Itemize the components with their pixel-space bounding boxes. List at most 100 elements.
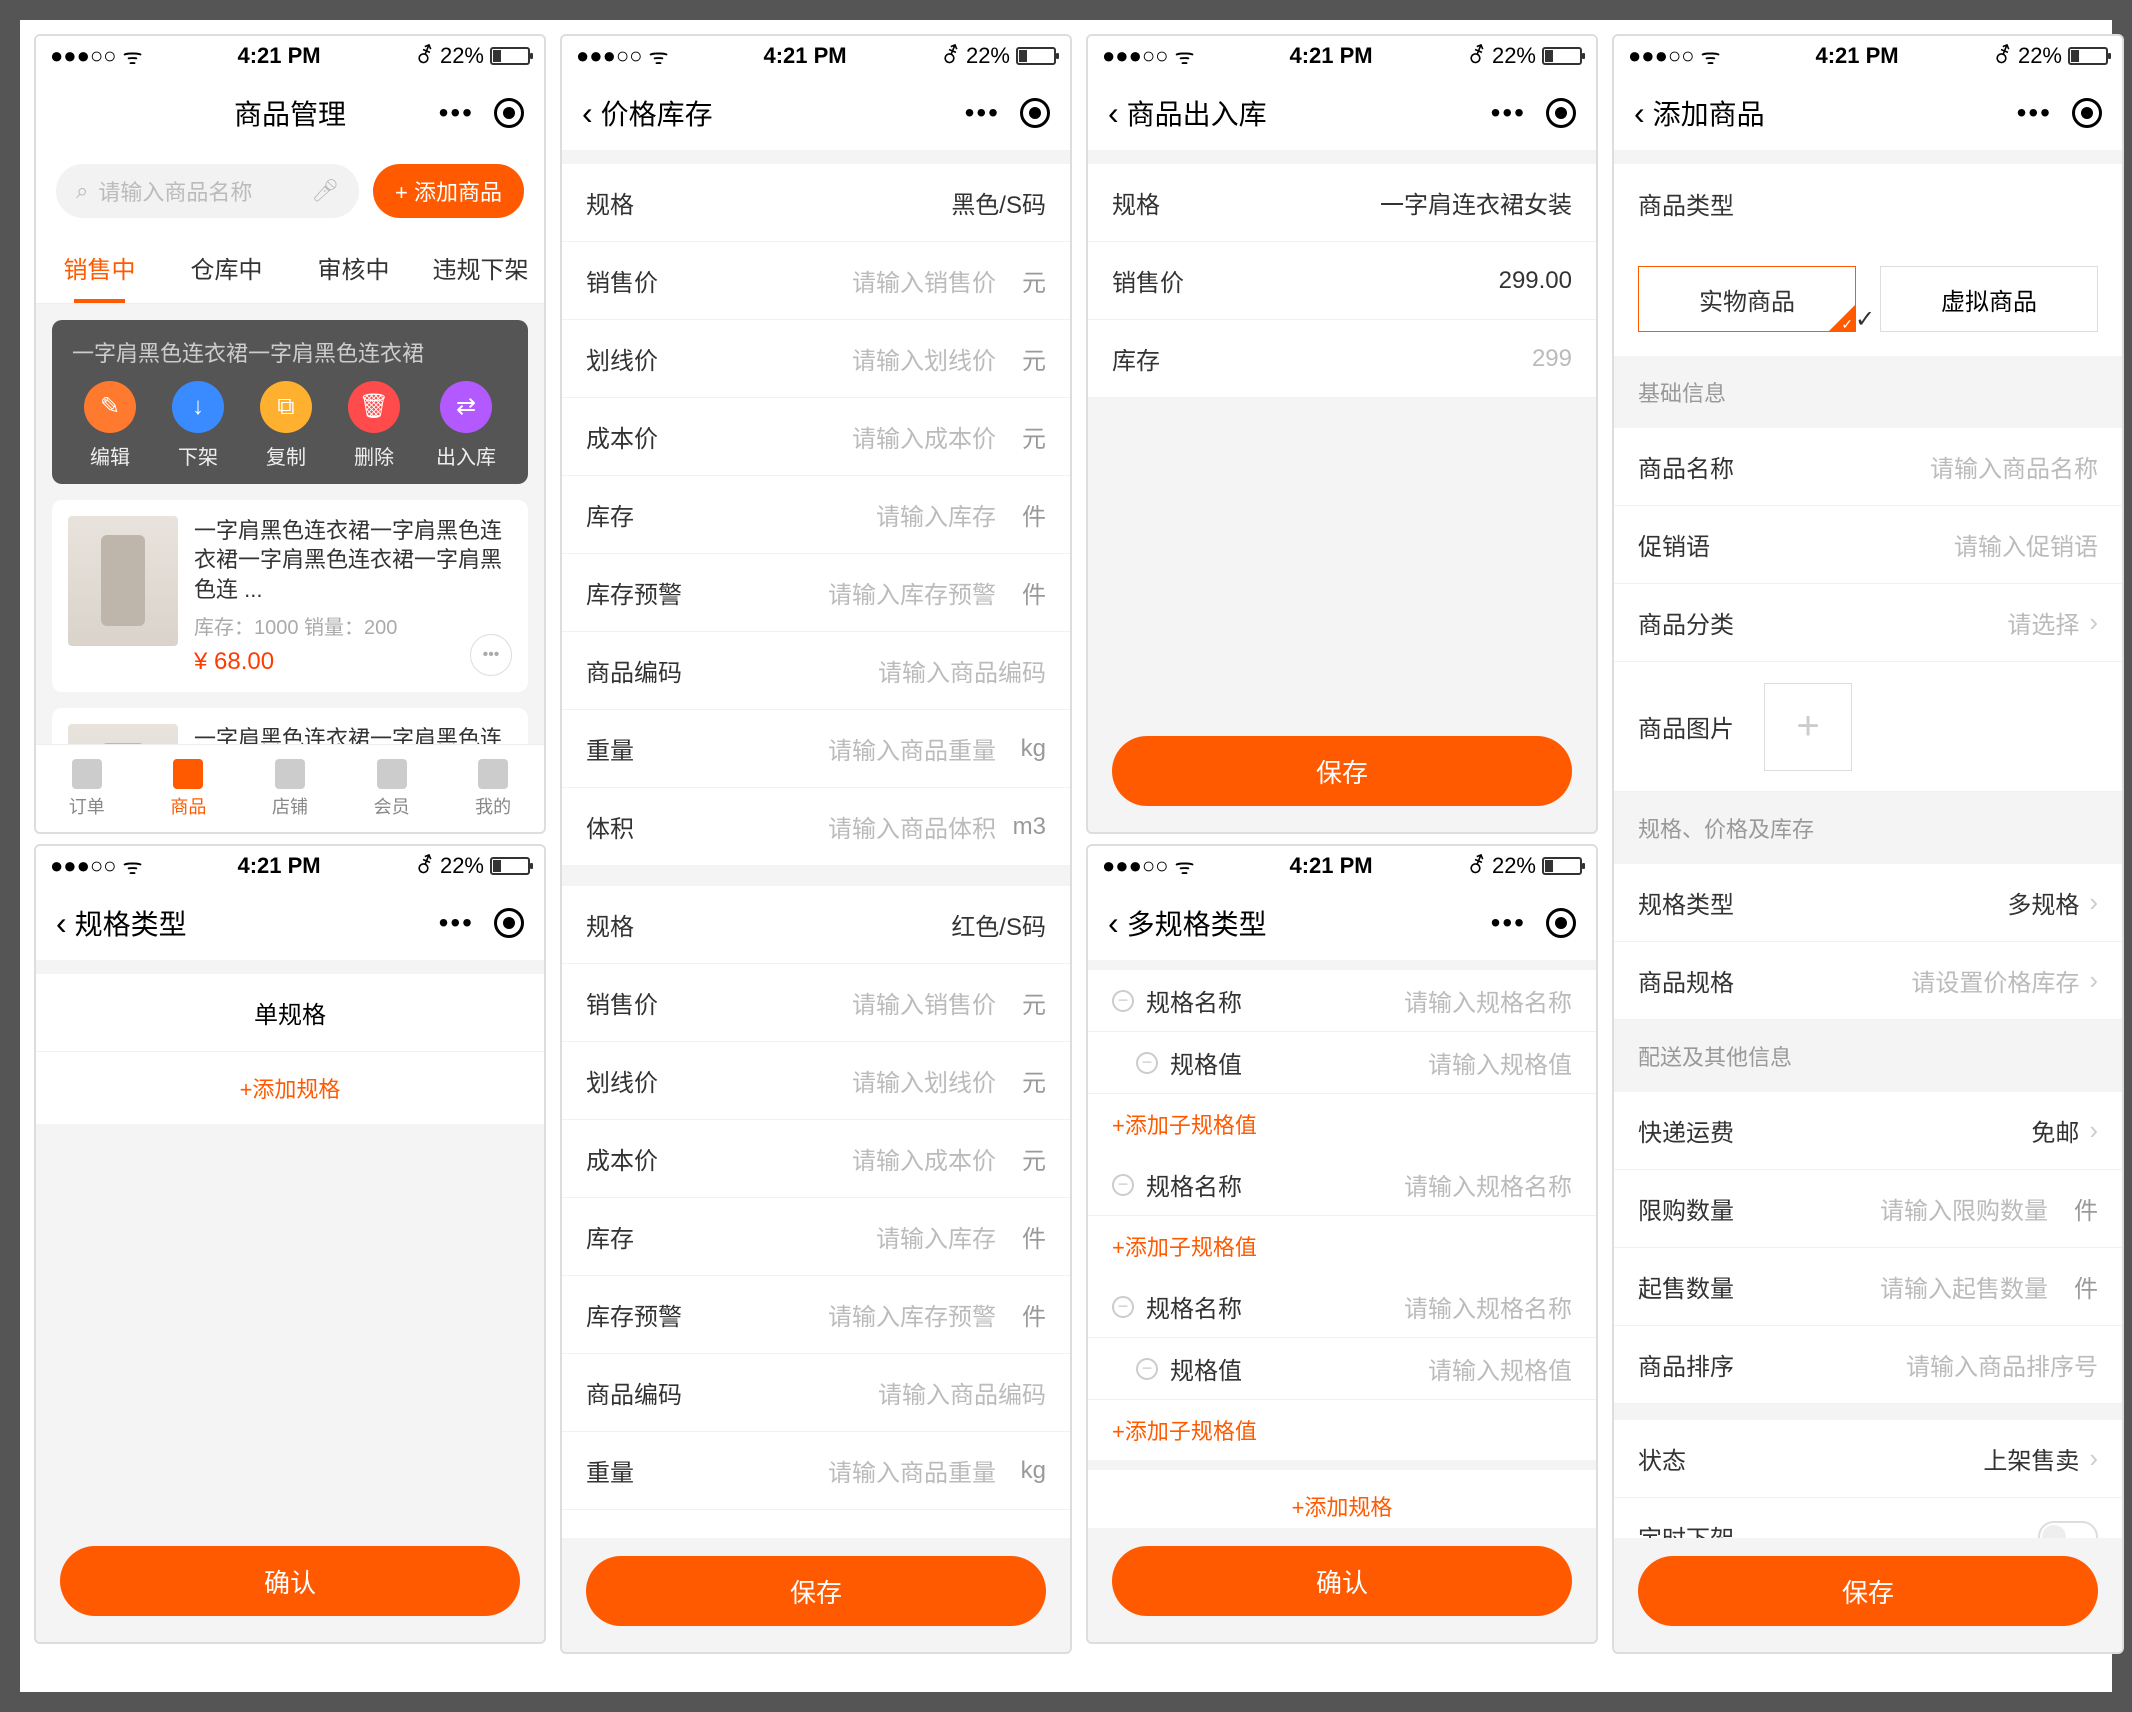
product-card[interactable]: 一字肩黑色连衣裙一字肩黑色连衣裙一字肩黑色连衣裙一字肩黑色连 ... 库存：10… (52, 500, 528, 692)
type-physical[interactable]: 实物商品✓ (1638, 266, 1856, 332)
row-warn[interactable]: 库存预警请输入库存预警件 (562, 1276, 1070, 1354)
add-spec-link[interactable]: +添加规格 (1088, 1470, 1596, 1528)
trash-icon: 🗑︎ (348, 381, 400, 433)
remove-icon[interactable]: − (1112, 990, 1134, 1012)
more-icon[interactable]: ••• (439, 97, 474, 129)
tab-order[interactable]: 订单 (36, 745, 138, 832)
more-icon[interactable]: ••• (2017, 97, 2052, 129)
more-icon[interactable]: ••• (1491, 97, 1526, 129)
single-spec-row[interactable]: 单规格 (36, 974, 544, 1052)
spec-name-row[interactable]: −规格名称请输入规格名称 (1088, 1276, 1596, 1338)
target-icon[interactable] (494, 908, 524, 938)
row-sort[interactable]: 商品排序请输入商品排序号 (1614, 1326, 2122, 1404)
row-sale[interactable]: 销售价请输入销售价元 (562, 242, 1070, 320)
save-button[interactable]: 保存 (586, 1556, 1046, 1626)
tab-violation[interactable]: 违规下架 (417, 232, 544, 303)
row-name[interactable]: 商品名称请输入商品名称 (1614, 428, 2122, 506)
row-ship[interactable]: 快递运费免邮› (1614, 1092, 2122, 1170)
target-icon[interactable] (494, 98, 524, 128)
tab-warehouse[interactable]: 仓库中 (163, 232, 290, 303)
row-min[interactable]: 起售数量请输入起售数量件 (1614, 1248, 2122, 1326)
row-vol[interactable]: 体积请输入商品体积m3 (562, 788, 1070, 866)
target-icon[interactable] (1546, 908, 1576, 938)
chevron-right-icon: › (2089, 965, 2098, 996)
confirm-button[interactable]: 确认 (1112, 1546, 1572, 1616)
row-weight[interactable]: 重量请输入商品重量kg (562, 1432, 1070, 1510)
bluetooth-icon: ⚦ (1468, 853, 1486, 879)
row-spec: 规格红色/S码 (562, 886, 1070, 964)
remove-icon[interactable]: − (1136, 1358, 1158, 1380)
row-cost[interactable]: 成本价请输入成本价元 (562, 398, 1070, 476)
target-icon[interactable] (2072, 98, 2102, 128)
action-edit[interactable]: ✎编辑 (84, 381, 136, 470)
product-icon (173, 759, 203, 789)
switch-toggle[interactable] (2038, 1521, 2098, 1539)
search-input[interactable]: ⌕ 请输入商品名称 🎤︎ (56, 164, 359, 218)
row-code[interactable]: 商品编码请输入商品编码 (562, 1354, 1070, 1432)
spec-val-row[interactable]: −规格值请输入规格值 (1088, 1338, 1596, 1400)
row-sale[interactable]: 销售价请输入销售价元 (562, 964, 1070, 1042)
status-time: 4:21 PM (1289, 853, 1372, 879)
spec-val-row[interactable]: −规格值请输入规格值 (1088, 1032, 1596, 1094)
battery-pct: 22% (440, 43, 484, 69)
back-icon[interactable]: ‹ (582, 95, 593, 132)
action-unshelf[interactable]: ↓下架 (172, 381, 224, 470)
more-icon[interactable]: ••• (1491, 907, 1526, 939)
row-code[interactable]: 商品编码请输入商品编码 (562, 632, 1070, 710)
row-stock[interactable]: 库存299 (1088, 320, 1596, 398)
row-stock[interactable]: 库存请输入库存件 (562, 476, 1070, 554)
row-status[interactable]: 状态上架售卖› (1614, 1420, 2122, 1498)
back-icon[interactable]: ‹ (1108, 905, 1119, 942)
mic-icon[interactable]: 🎤︎ (311, 178, 339, 204)
remove-icon[interactable]: − (1112, 1174, 1134, 1196)
row-timed[interactable]: 定时下架 (1614, 1498, 2122, 1538)
tab-onsale[interactable]: 销售中 (36, 232, 163, 303)
target-icon[interactable] (1546, 98, 1576, 128)
action-copy[interactable]: ⧉复制 (260, 381, 312, 470)
row-limit[interactable]: 限购数量请输入限购数量件 (1614, 1170, 2122, 1248)
tab-shop[interactable]: 店铺 (239, 745, 341, 832)
confirm-button[interactable]: 确认 (60, 1546, 520, 1616)
tab-review[interactable]: 审核中 (290, 232, 417, 303)
remove-icon[interactable]: − (1136, 1052, 1158, 1074)
target-icon[interactable] (1020, 98, 1050, 128)
row-cost[interactable]: 成本价请输入成本价元 (562, 1120, 1070, 1198)
save-button[interactable]: 保存 (1112, 736, 1572, 806)
row-line[interactable]: 划线价请输入划线价元 (562, 320, 1070, 398)
tab-member[interactable]: 会员 (341, 745, 443, 832)
back-icon[interactable]: ‹ (56, 905, 67, 942)
tab-product[interactable]: 商品 (138, 745, 240, 832)
action-delete[interactable]: 🗑︎删除 (348, 381, 400, 470)
more-icon[interactable]: ••• (965, 97, 1000, 129)
action-stock[interactable]: ⇄出入库 (436, 381, 496, 470)
edit-icon: ✎ (84, 381, 136, 433)
status-bar: ●●●○○ᯤ 4:21 PM ⚦22% (562, 36, 1070, 76)
add-image-button[interactable]: + (1764, 683, 1852, 771)
more-button[interactable]: ••• (470, 634, 512, 676)
row-weight[interactable]: 重量请输入商品重量kg (562, 710, 1070, 788)
tab-mine[interactable]: 我的 (442, 745, 544, 832)
back-icon[interactable]: ‹ (1634, 95, 1645, 132)
add-subspec-link[interactable]: +添加子规格值 (1088, 1400, 1596, 1460)
type-virtual[interactable]: 虚拟商品 (1880, 266, 2098, 332)
row-warn[interactable]: 库存预警请输入库存预警件 (562, 554, 1070, 632)
back-icon[interactable]: ‹ (1108, 95, 1119, 132)
remove-icon[interactable]: − (1112, 1296, 1134, 1318)
row-line[interactable]: 划线价请输入划线价元 (562, 1042, 1070, 1120)
add-subspec-link[interactable]: +添加子规格值 (1088, 1094, 1596, 1154)
row-spectype[interactable]: 规格类型多规格› (1614, 864, 2122, 942)
add-subspec-link[interactable]: +添加子规格值 (1088, 1216, 1596, 1276)
row-stock[interactable]: 库存请输入库存件 (562, 1198, 1070, 1276)
add-product-button[interactable]: + 添加商品 (373, 164, 524, 218)
spec-name-row[interactable]: −规格名称请输入规格名称 (1088, 970, 1596, 1032)
product-card[interactable]: 一字肩黑色连衣裙一字肩黑色连衣裙一字肩黑色连衣裙一字肩黑色连 ... 库存：10… (52, 708, 528, 744)
row-spec[interactable]: 商品规格请设置价格库存› (1614, 942, 2122, 1020)
signal-icon: ●●●○○ (1102, 43, 1168, 69)
row-promo[interactable]: 促销语请输入促销语 (1614, 506, 2122, 584)
save-button[interactable]: 保存 (1638, 1556, 2098, 1626)
row-vol[interactable]: 体积请输入商品体积m3 (562, 1510, 1070, 1538)
spec-name-row[interactable]: −规格名称请输入规格名称 (1088, 1154, 1596, 1216)
row-category[interactable]: 商品分类请选择› (1614, 584, 2122, 662)
more-icon[interactable]: ••• (439, 907, 474, 939)
add-spec-link[interactable]: +添加规格 (36, 1052, 544, 1124)
